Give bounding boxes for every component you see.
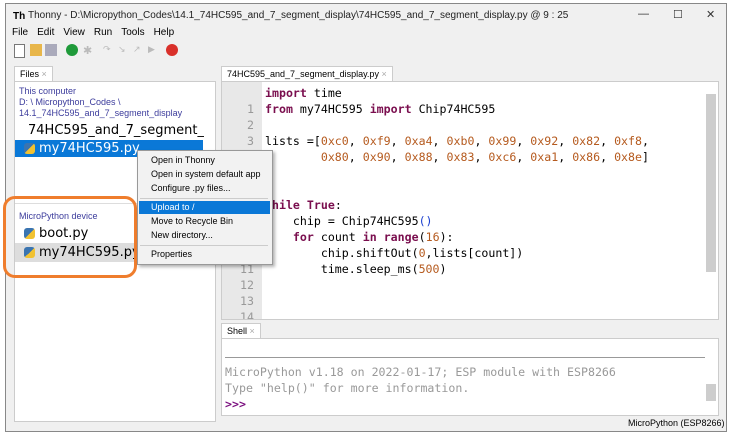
shell-scrollbar[interactable]	[706, 384, 716, 401]
tab-editor-file[interactable]: 74HC595_and_7_segment_display.py ×	[221, 66, 393, 81]
window-title: Thonny - D:\Micropython_Codes\14.1_74HC5…	[28, 10, 569, 21]
file-name: 74HC595_and_7_segment_disp	[28, 123, 204, 138]
editor-tab-label: 74HC595_and_7_segment_display.py	[227, 69, 379, 79]
menu-move-to-recycle-bin[interactable]: Move to Recycle Bin	[139, 215, 270, 228]
menu-file[interactable]: File	[12, 27, 28, 38]
menu-open-system-app[interactable]: Open in system default app	[139, 168, 270, 181]
path-breadcrumb[interactable]: D: \ Micropython_Codes \	[19, 97, 121, 107]
run-icon[interactable]	[66, 44, 78, 56]
code-editor[interactable]: 123456789101112131415 import time from m…	[221, 81, 719, 320]
menu-tools[interactable]: Tools	[121, 27, 144, 38]
shell-tab-label: Shell	[227, 326, 248, 336]
path-breadcrumb-folder[interactable]: 14.1_74HC595_and_7_segment_display	[19, 108, 182, 118]
menu-view[interactable]: View	[63, 27, 85, 38]
close-button[interactable]: ✕	[706, 8, 715, 21]
stop-icon[interactable]	[166, 44, 178, 56]
menu-configure-py[interactable]: Configure .py files...	[139, 182, 270, 195]
resume-icon[interactable]: ▶	[148, 44, 160, 56]
save-icon[interactable]	[45, 44, 57, 56]
files-tab-label: Files	[20, 69, 40, 79]
menu-open-in-thonny[interactable]: Open in Thonny	[139, 154, 270, 167]
step-over-icon[interactable]: ↷	[103, 44, 115, 56]
shell-prompt[interactable]: >>>	[225, 396, 246, 412]
python-file-icon	[24, 143, 35, 154]
tab-files[interactable]: Files ×	[14, 66, 53, 81]
shell-output: MicroPython v1.18 on 2022-01-17; ESP mod…	[225, 365, 616, 379]
code-content: import time from my74HC595 import Chip74…	[265, 86, 649, 276]
shell-output: Type "help()" for more information.	[225, 381, 470, 395]
menu-new-directory[interactable]: New directory...	[139, 229, 270, 242]
context-menu: Open in Thonny Open in system default ap…	[137, 150, 273, 265]
debug-icon[interactable]: ✱	[83, 44, 95, 57]
maximize-button[interactable]: ☐	[673, 8, 683, 21]
editor-scrollbar[interactable]	[706, 94, 716, 272]
step-out-icon[interactable]: ↗	[133, 44, 145, 56]
menu-properties[interactable]: Properties	[139, 248, 270, 261]
file-name: my74HC595.py	[39, 141, 140, 156]
interpreter-status[interactable]: MicroPython (ESP8266)	[628, 418, 725, 428]
thonny-logo-icon: Th	[13, 11, 26, 22]
open-file-icon[interactable]	[30, 44, 42, 56]
new-file-icon[interactable]	[14, 44, 25, 58]
step-into-icon[interactable]: ↘	[118, 44, 130, 56]
minimize-button[interactable]: —	[638, 8, 649, 20]
menu-upload-to[interactable]: Upload to /	[139, 201, 270, 214]
menu-bar: File Edit View Run Tools Help	[12, 27, 174, 38]
file-item-selected[interactable]: my74HC595.py	[24, 141, 140, 156]
this-computer-label: This computer	[19, 86, 77, 96]
shell-panel[interactable]: MicroPython v1.18 on 2022-01-17; ESP mod…	[221, 338, 719, 416]
menu-edit[interactable]: Edit	[37, 27, 54, 38]
menu-run[interactable]: Run	[94, 27, 112, 38]
tab-shell[interactable]: Shell ×	[221, 323, 261, 338]
file-item[interactable]: 74HC595_and_7_segment_disp	[24, 123, 204, 138]
menu-help[interactable]: Help	[154, 27, 175, 38]
highlight-ring	[3, 196, 137, 278]
